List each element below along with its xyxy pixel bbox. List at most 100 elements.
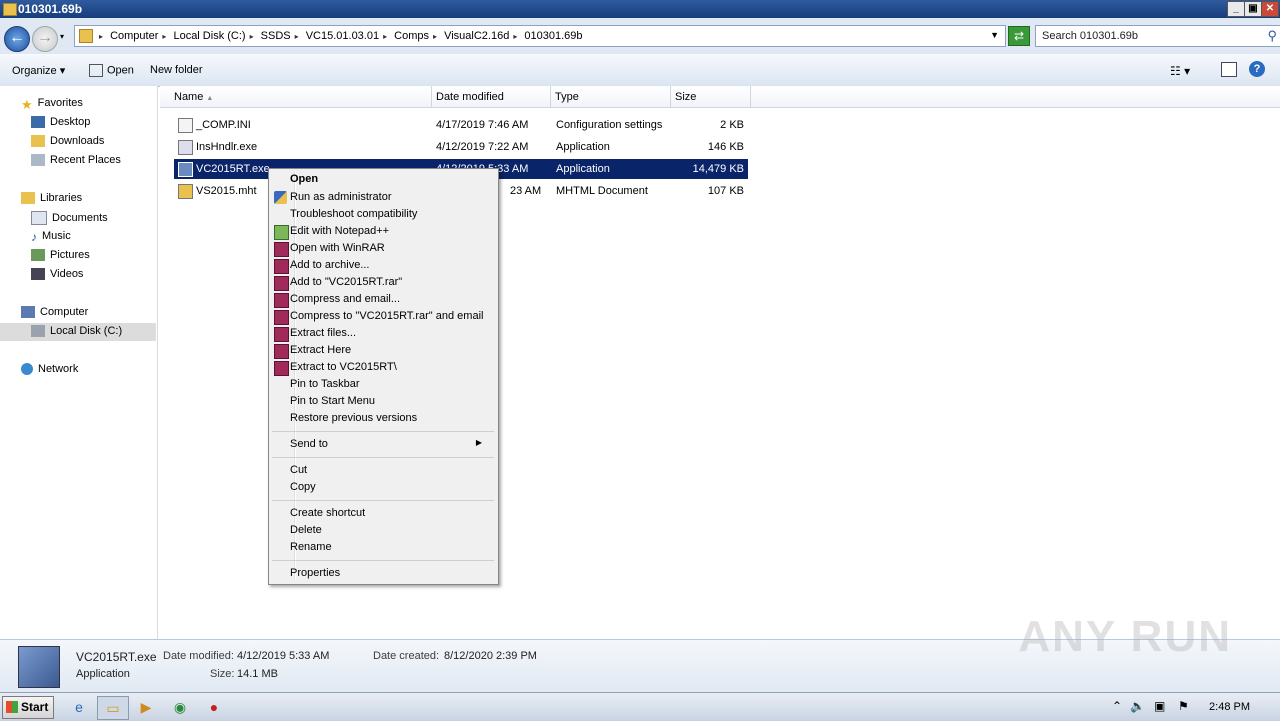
menu-item-add-rar[interactable]: Add to "VC2015RT.rar" xyxy=(290,276,402,288)
menu-item-extract-files[interactable]: Extract files... xyxy=(290,327,356,339)
explorer-taskbar-icon[interactable]: ▭ xyxy=(97,696,129,720)
documents-icon xyxy=(31,211,47,225)
file-size: 2 KB xyxy=(720,119,744,131)
maximize-button[interactable]: ▣ xyxy=(1244,1,1262,17)
close-button[interactable]: ✕ xyxy=(1261,1,1279,17)
refresh-icon[interactable]: ⇄ xyxy=(1008,26,1030,46)
menu-item-copy[interactable]: Copy xyxy=(290,481,316,493)
address-row: ← → ▾ ▸ Computer ▸ Local Disk (C:) ▸ SSDS ▸… xyxy=(0,18,1280,54)
preview-pane-icon[interactable] xyxy=(1221,62,1237,77)
breadcrumb-item[interactable]: Computer xyxy=(110,30,158,42)
address-dropdown-icon[interactable]: ▼ xyxy=(990,30,999,40)
breadcrumb-item[interactable]: VisualC2.16d xyxy=(444,30,509,42)
breadcrumb-item[interactable]: Local Disk (C:) xyxy=(173,30,245,42)
help-icon[interactable]: ? xyxy=(1249,61,1265,77)
menu-item-cut[interactable]: Cut xyxy=(290,464,307,476)
menu-item-open-winrar[interactable]: Open with WinRAR xyxy=(290,242,385,254)
taskbar-clock[interactable]: 2:48 PM xyxy=(1209,701,1250,713)
volume-icon[interactable]: 🔈 xyxy=(1130,699,1145,713)
menu-item-create-shortcut[interactable]: Create shortcut xyxy=(290,507,365,519)
menu-item-compress-email[interactable]: Compress and email... xyxy=(290,293,400,305)
menu-item-extract-here[interactable]: Extract Here xyxy=(290,344,351,356)
menu-item-edit-notepad[interactable]: Edit with Notepad++ xyxy=(290,225,389,237)
file-date: 4/12/2019 7:22 AM xyxy=(436,141,529,153)
start-button[interactable]: Start xyxy=(2,696,54,719)
nav-item-videos[interactable]: Videos xyxy=(31,268,83,281)
menu-item-restore[interactable]: Restore previous versions xyxy=(290,412,417,424)
menu-item-troubleshoot[interactable]: Troubleshoot compatibility xyxy=(290,208,417,220)
menu-item-open[interactable]: Open xyxy=(290,173,318,185)
column-header-size[interactable]: Size xyxy=(671,86,751,108)
tray-overflow-icon[interactable]: ⌃ xyxy=(1112,699,1122,713)
menu-item-send-to[interactable]: Send to ▶ xyxy=(290,438,490,450)
minimize-button[interactable]: _ xyxy=(1227,1,1245,17)
nav-item-network[interactable]: Network xyxy=(21,363,78,376)
menu-item-properties[interactable]: Properties xyxy=(290,567,340,579)
breadcrumb-item[interactable]: VC15.01.03.01 xyxy=(306,30,379,42)
recent-pages-chevron-icon[interactable]: ▾ xyxy=(60,32,64,41)
details-created-label: Date created: xyxy=(373,650,440,662)
media-player-icon[interactable]: ▶ xyxy=(131,696,161,718)
new-folder-button[interactable]: New folder xyxy=(150,64,203,76)
nav-item-libraries[interactable]: Libraries xyxy=(21,192,82,205)
file-size: 107 KB xyxy=(707,185,744,197)
search-input[interactable]: Search 010301.69b ⚲ xyxy=(1035,25,1280,47)
table-row[interactable]: _COMP.INI 4/17/2019 7:46 AM Configuratio… xyxy=(174,115,748,135)
nav-item-documents[interactable]: Documents xyxy=(31,211,108,225)
menu-item-pin-taskbar[interactable]: Pin to Taskbar xyxy=(290,378,360,390)
security-app-icon[interactable]: ● xyxy=(199,696,229,718)
chrome-icon[interactable]: ◉ xyxy=(165,696,195,718)
menu-divider xyxy=(272,457,494,458)
menu-item-run-as-admin[interactable]: Run as administrator xyxy=(290,191,392,203)
column-header-date[interactable]: Date modified xyxy=(432,86,551,108)
winrar-icon xyxy=(274,310,289,325)
winrar-icon xyxy=(274,242,289,257)
view-options-icon[interactable]: ☷ ▾ xyxy=(1170,64,1190,78)
nav-label: Downloads xyxy=(50,135,105,147)
submenu-arrow-icon: ▶ xyxy=(475,438,482,447)
nav-item-local-disk[interactable]: Local Disk (C:) xyxy=(31,325,122,338)
forward-button[interactable]: → xyxy=(32,26,58,52)
column-header-type[interactable]: Type xyxy=(551,86,671,108)
file-name: InsHndlr.exe xyxy=(196,141,258,153)
breadcrumb-item[interactable]: SSDS xyxy=(261,30,291,42)
details-modified-value: 4/12/2019 5:33 AM xyxy=(237,650,330,662)
windows-logo-icon xyxy=(6,701,18,713)
start-label: Start xyxy=(21,700,49,714)
nav-item-recent-places[interactable]: Recent Places xyxy=(31,154,121,167)
address-bar[interactable]: ▸ Computer ▸ Local Disk (C:) ▸ SSDS ▸ VC15.… xyxy=(74,25,1006,47)
nav-item-computer[interactable]: Computer xyxy=(21,306,88,319)
nav-item-music[interactable]: ♪ Music xyxy=(31,230,71,244)
taskbar: Start e ▭ ▶ ◉ ● ⌃ 🔈 ▣ ⚑ 2:48 PM xyxy=(0,692,1280,721)
menu-item-pin-start[interactable]: Pin to Start Menu xyxy=(290,395,375,407)
back-button[interactable]: ← xyxy=(4,26,30,52)
breadcrumb: ▸ Computer ▸ Local Disk (C:) ▸ SSDS ▸ VC15.… xyxy=(99,30,583,42)
organize-button[interactable]: Organize ▾ xyxy=(12,64,65,77)
breadcrumb-item[interactable]: Comps xyxy=(394,30,429,42)
file-size: 14,479 KB xyxy=(692,163,744,175)
folder-icon xyxy=(3,3,17,16)
folder-icon xyxy=(79,29,93,43)
menu-item-compress-rar-email[interactable]: Compress to "VC2015RT.rar" and email xyxy=(290,310,483,322)
title-bar[interactable]: 010301.69b _ ▣ ✕ xyxy=(0,0,1280,18)
nav-item-downloads[interactable]: Downloads xyxy=(31,135,105,148)
breadcrumb-item[interactable]: 010301.69b xyxy=(524,30,582,42)
search-icon[interactable]: ⚲ xyxy=(1267,28,1277,44)
nav-item-desktop[interactable]: Desktop xyxy=(31,116,90,129)
nav-item-pictures[interactable]: Pictures xyxy=(31,249,90,262)
open-button[interactable]: Open xyxy=(89,64,134,77)
internet-explorer-icon[interactable]: e xyxy=(64,696,94,718)
column-header-name[interactable]: Name ▲ xyxy=(160,86,432,108)
menu-item-extract-to[interactable]: Extract to VC2015RT\ xyxy=(290,361,397,373)
menu-item-rename[interactable]: Rename xyxy=(290,541,332,553)
window-title: 010301.69b xyxy=(18,2,83,16)
menu-item-delete[interactable]: Delete xyxy=(290,524,322,536)
file-type: Application xyxy=(556,141,610,153)
nav-item-favorites[interactable]: ★ Favorites xyxy=(21,97,83,112)
winrar-icon xyxy=(274,344,289,359)
menu-divider xyxy=(272,500,494,501)
menu-item-add-archive[interactable]: Add to archive... xyxy=(290,259,370,271)
table-row[interactable]: InsHndlr.exe 4/12/2019 7:22 AM Applicati… xyxy=(174,137,748,157)
action-center-flag-icon[interactable]: ⚑ xyxy=(1178,699,1189,713)
network-tray-icon[interactable]: ▣ xyxy=(1154,699,1165,713)
